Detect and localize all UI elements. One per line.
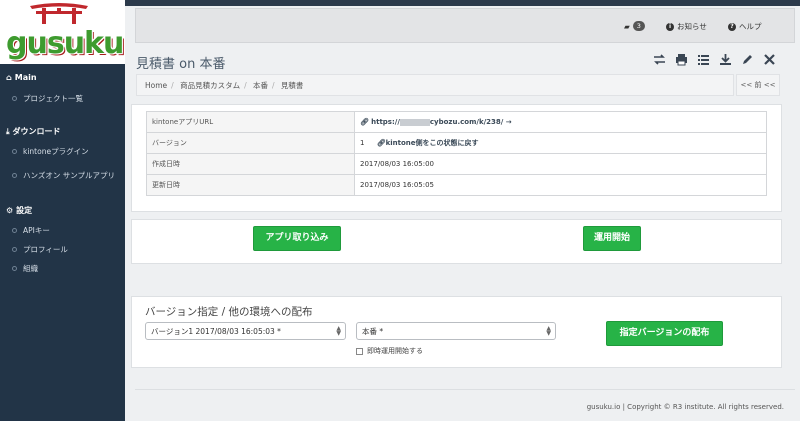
toolbar: [653, 53, 776, 66]
breadcrumb-current: 見積書: [280, 81, 304, 90]
sidebar-item-projects[interactable]: プロジェクト一覧: [12, 93, 83, 104]
torii-logo-icon: [30, 3, 88, 24]
print-icon[interactable]: [675, 53, 688, 66]
nav-section-settings: ⚙ 設定: [6, 206, 33, 215]
footer-text: gusuku.io | Copyright © R3 institute. Al…: [586, 403, 784, 411]
revert-link[interactable]: 🔗︎kintone側をこの状態に戻す: [377, 139, 479, 147]
import-app-button[interactable]: アプリ取り込み: [253, 226, 341, 251]
gear-icon: ⚙: [6, 206, 14, 215]
prev-button[interactable]: << 前 <<: [736, 74, 780, 96]
environment-select[interactable]: 本番 * ▲ ▼: [356, 322, 556, 340]
edit-icon[interactable]: [741, 53, 754, 66]
row-key: 更新日時: [146, 174, 355, 196]
sidebar: gusuku ⌂ Main プロジェクト一覧 ⤓ ダウンロード kintoneプ…: [0, 0, 125, 421]
top-stripe: [125, 0, 800, 6]
breadcrumb-project[interactable]: 商品見積カスタム: [180, 81, 240, 90]
deploy-version-button[interactable]: 指定バージョンの配布: [606, 321, 723, 346]
select-arrows-icon: ▲ ▼: [336, 325, 341, 337]
sidebar-item-api-key[interactable]: APIキー: [12, 225, 50, 236]
created-at-value: 2017/08/03 16:05:00: [354, 153, 767, 175]
sidebar-item-profile[interactable]: プロフィール: [12, 244, 68, 255]
breadcrumb-home[interactable]: Home: [145, 81, 167, 90]
comment-icon: ▰: [624, 21, 630, 31]
download-icon[interactable]: [719, 53, 732, 66]
kintone-url-link[interactable]: 🔗︎ https://cybozu.com/k/238/ →: [354, 111, 767, 133]
bullet-icon: [12, 149, 17, 154]
breadcrumb-environment[interactable]: 本番: [253, 81, 268, 90]
exchange-icon[interactable]: [653, 53, 666, 66]
gusuku-logo[interactable]: gusuku: [0, 0, 125, 64]
start-operation-button[interactable]: 運用開始: [583, 226, 641, 251]
actions-panel: [131, 219, 782, 264]
table-row: 更新日時 2017/08/03 16:05:05: [146, 174, 767, 196]
page-title: 見積書 on 本番: [136, 57, 226, 72]
row-key: kintoneアプリURL: [146, 111, 355, 133]
info-table: kintoneアプリURL 🔗︎ https://cybozu.com/k/23…: [146, 111, 767, 196]
checkbox-box[interactable]: [356, 347, 363, 355]
link-icon: 🔗︎: [360, 118, 369, 126]
version-select[interactable]: バージョン1 2017/08/03 16:05:03 * ▲ ▼: [145, 322, 346, 340]
version-value: 1: [360, 139, 365, 147]
notice-link[interactable]: i お知らせ: [666, 21, 707, 32]
deploy-section-title: バージョン指定 / 他の環境への配布: [145, 306, 313, 318]
immediate-start-checkbox[interactable]: 即時運用開始する: [356, 346, 423, 356]
logo-text: gusuku: [6, 26, 124, 61]
top-bar: ▰ 3 i お知らせ ? ヘルプ: [135, 8, 795, 43]
nav-section-main: ⌂ Main: [6, 73, 37, 82]
home-icon: ⌂: [6, 73, 12, 82]
row-key: 作成日時: [146, 153, 355, 175]
footer-divider: [135, 389, 795, 390]
breadcrumb: Home / 商品見積カスタム / 本番 / 見積書: [136, 74, 734, 96]
sidebar-item-organization[interactable]: 組織: [12, 263, 38, 274]
comments-count-badge: 3: [632, 21, 645, 31]
bullet-icon: [12, 247, 17, 252]
table-row: 作成日時 2017/08/03 16:05:00: [146, 153, 767, 175]
masked-domain: [399, 118, 430, 126]
updated-at-value: 2017/08/03 16:05:05: [354, 174, 767, 196]
list-icon[interactable]: [697, 53, 710, 66]
help-link[interactable]: ? ヘルプ: [728, 21, 762, 32]
info-icon: i: [666, 22, 674, 31]
help-icon: ?: [728, 22, 736, 31]
nav-section-download: ⤓ ダウンロード: [6, 126, 61, 137]
table-row: バージョン 1 🔗︎kintone側をこの状態に戻す: [146, 132, 767, 154]
select-arrows-icon: ▲ ▼: [546, 325, 551, 337]
table-row: kintoneアプリURL 🔗︎ https://cybozu.com/k/23…: [146, 111, 767, 133]
close-icon[interactable]: [763, 53, 776, 66]
sidebar-item-handson-sample[interactable]: ハンズオン サンプルアプリ: [12, 170, 115, 181]
bullet-icon: [12, 228, 17, 233]
bullet-icon: [12, 173, 17, 178]
sidebar-item-kintone-plugin[interactable]: kintoneプラグイン: [12, 146, 89, 157]
comments-button[interactable]: ▰ 3: [624, 21, 645, 31]
download-icon: ⤓: [6, 126, 10, 136]
bullet-icon: [12, 266, 17, 271]
row-key: バージョン: [146, 132, 355, 154]
info-panel: kintoneアプリURL 🔗︎ https://cybozu.com/k/23…: [131, 104, 782, 212]
bullet-icon: [12, 96, 17, 101]
